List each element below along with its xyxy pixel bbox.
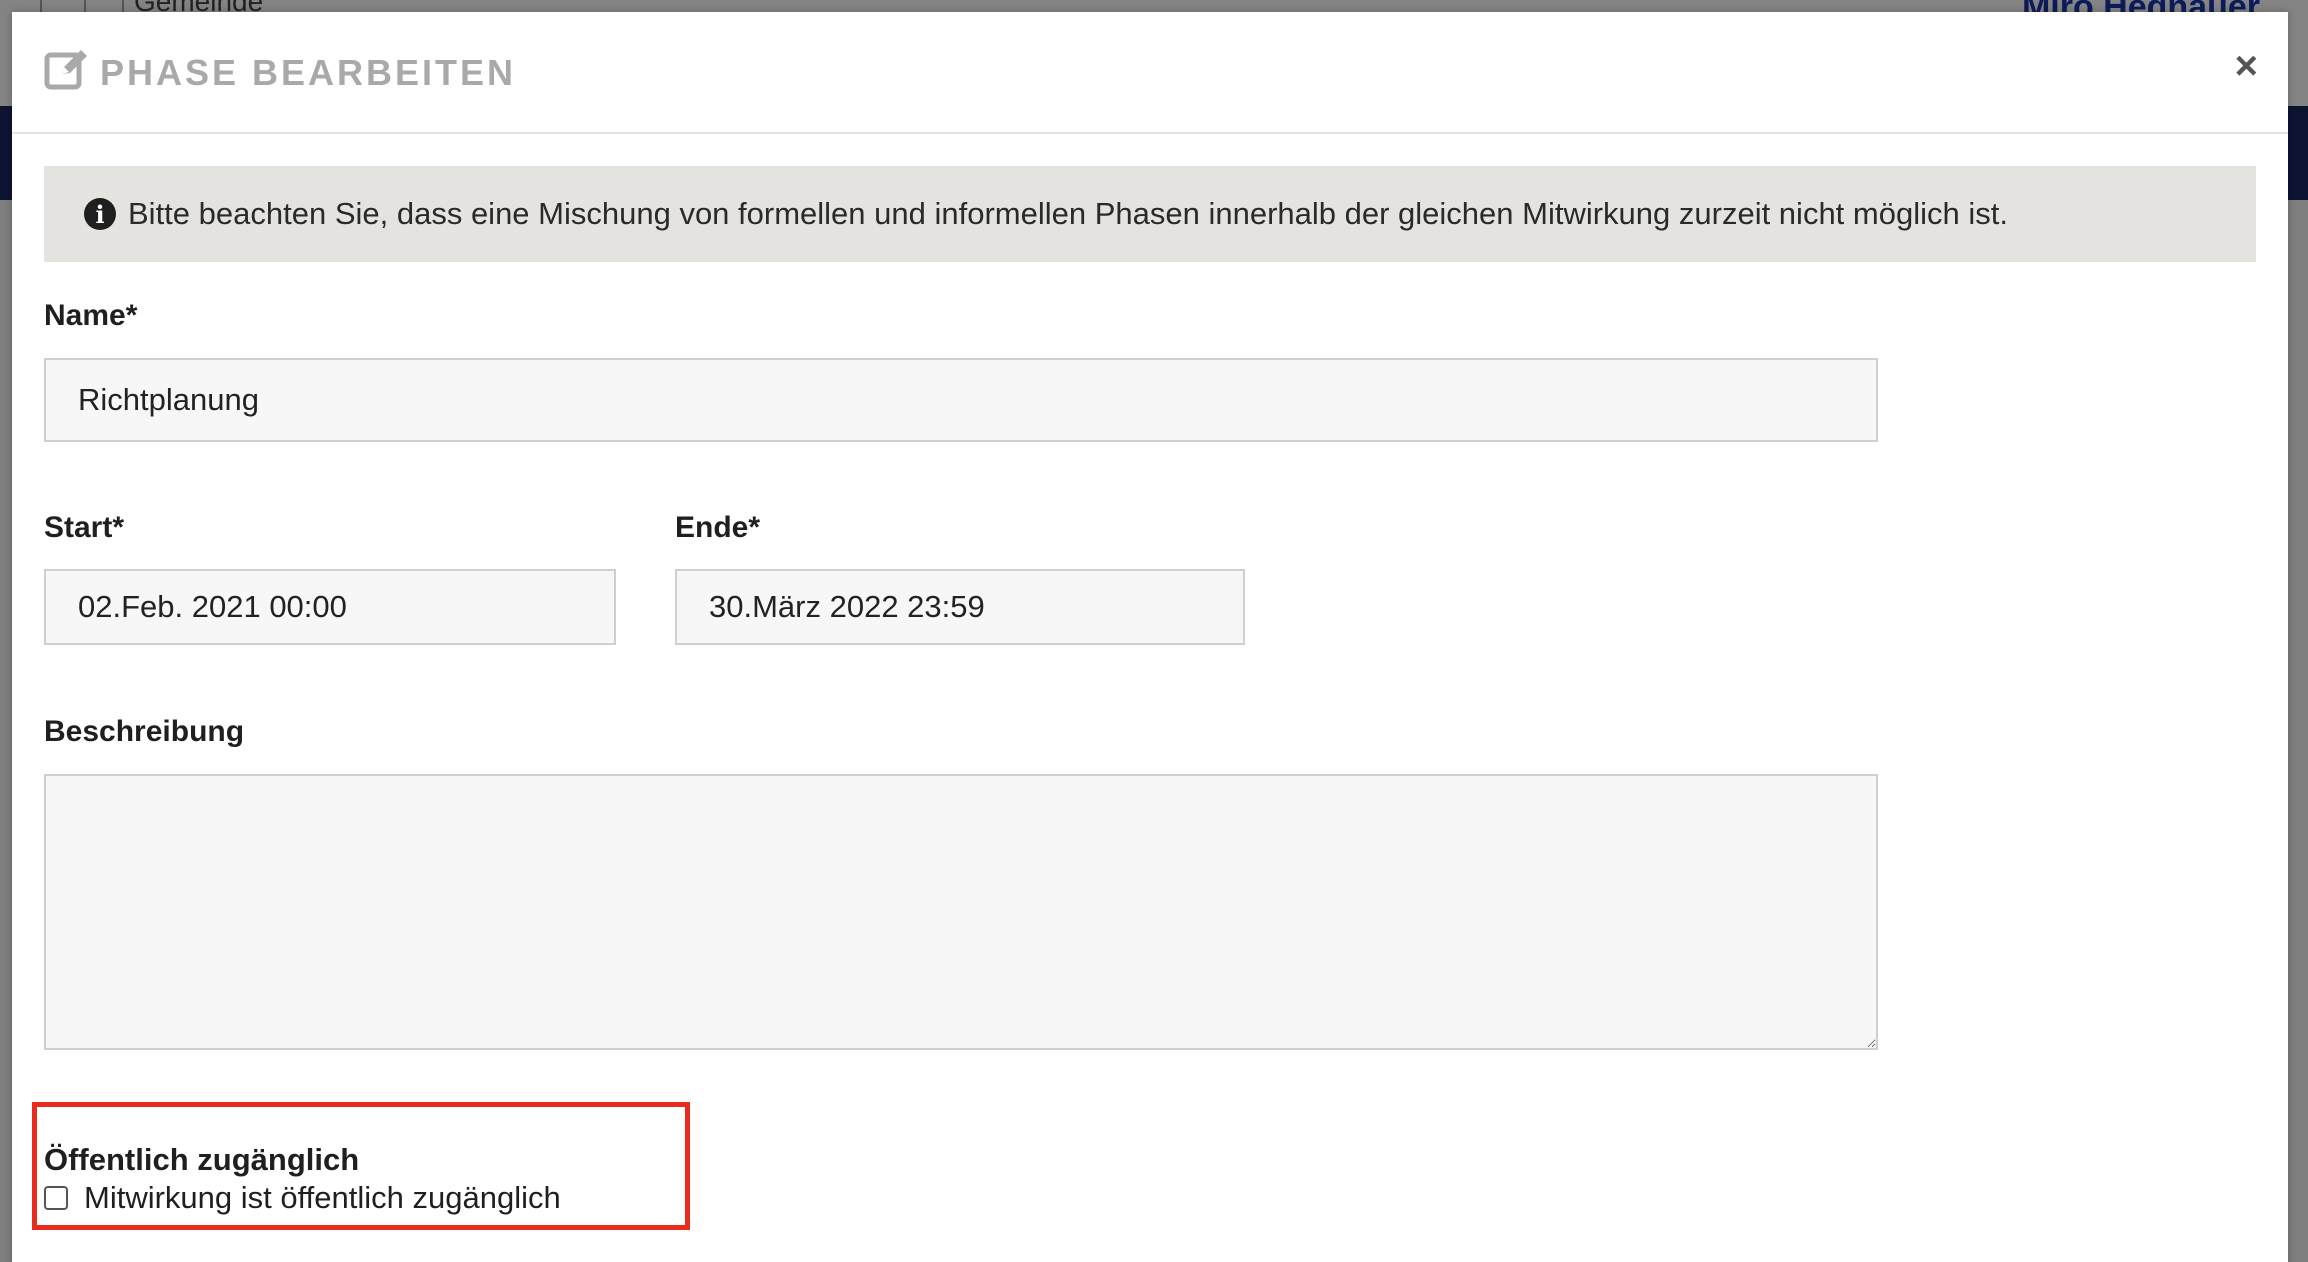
end-date-input[interactable] xyxy=(675,569,1245,645)
name-input[interactable] xyxy=(44,358,1878,442)
start-date-input[interactable] xyxy=(44,569,616,645)
info-banner: i Bitte beachten Sie, dass eine Mischung… xyxy=(44,166,2256,262)
description-textarea[interactable] xyxy=(44,774,1878,1050)
close-button[interactable]: × xyxy=(2235,46,2258,86)
public-access-checkbox[interactable] xyxy=(44,1186,68,1210)
edit-icon xyxy=(44,50,87,90)
end-label: Ende* xyxy=(675,511,761,544)
info-circle-icon: i xyxy=(84,198,116,230)
modal-title: PHASE BEARBEITEN xyxy=(100,52,517,93)
public-access-label: Öffentlich zugänglich xyxy=(44,1142,360,1177)
modal-header: PHASE BEARBEITEN × xyxy=(12,12,2288,134)
public-access-checkbox-label[interactable]: Mitwirkung ist öffentlich zugänglich xyxy=(84,1180,561,1216)
description-label: Beschreibung xyxy=(44,715,245,748)
edit-phase-modal: PHASE BEARBEITEN × i Bitte beachten Sie,… xyxy=(12,12,2288,1262)
info-text: Bitte beachten Sie, dass eine Mischung v… xyxy=(128,196,2008,231)
start-label: Start* xyxy=(44,511,125,544)
name-label: Name* xyxy=(44,299,138,332)
